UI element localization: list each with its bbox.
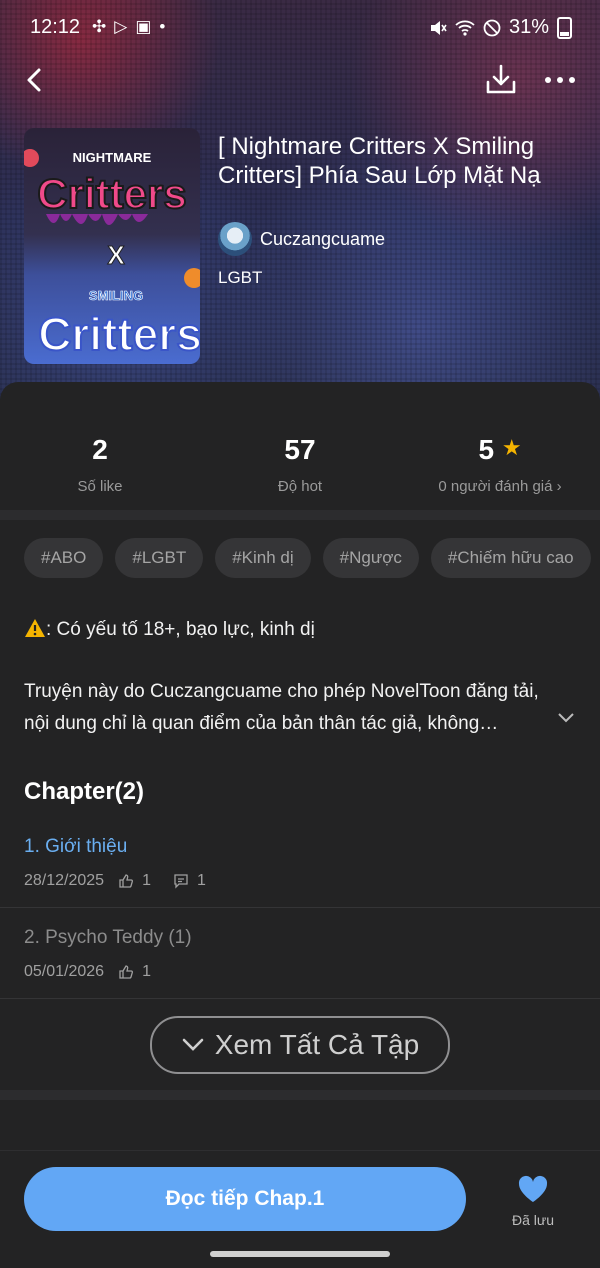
chevron-right-icon: › [556,478,562,495]
stat-rating[interactable]: 5 ★ 0 người đánh giá › [400,434,600,495]
mute-icon [430,20,447,35]
tag-list: #ABO #LGBT #Kinh dị #Ngược #Chiếm hữu ca… [24,538,591,578]
book-title: [ Nightmare Critters X Smiling Critters]… [218,133,541,189]
stat-likes: 2 Số like [0,434,200,495]
star-icon: ★ [501,435,522,460]
chapter-comments: 1 [196,872,206,889]
dot-icon: • [159,17,166,36]
chapter-date: 05/01/2026 [24,963,105,980]
likes-value: 2 [92,434,108,465]
content-warning: : Có yếu tố 18+, bạo lực, kinh dị [24,618,315,641]
wifi-icon [455,20,475,36]
chapter-likes: 1 [142,963,151,980]
notification-icons: ✣ ▷ ▣ • [92,17,165,37]
tag-chip[interactable]: #Chiếm hữu cao [430,538,591,578]
thumbs-up-icon [119,965,134,979]
rating-value: 5 [478,434,495,465]
section-divider [0,510,600,520]
download-button[interactable] [484,62,518,98]
warning-text: : Có yếu tố 18+, bạo lực, kinh dị [46,619,315,640]
genre-label[interactable]: LGBT [218,268,262,288]
chapter-heading: Chapter(2) [24,778,145,805]
cover-x-text: X [107,240,125,270]
hot-label: Độ hot [277,478,323,495]
battery-icon [557,16,572,39]
stat-hot: 57 Độ hot [200,434,400,495]
chapter-meta: 28/12/2025 1 1 [24,872,206,890]
cover-top-text: NIGHTMARE [73,150,152,165]
chapter-item[interactable]: 1. Giới thiệu 28/12/2025 1 1 [0,822,600,906]
chevron-down-icon[interactable] [557,712,575,724]
chapter-likes: 1 [142,872,151,889]
tag-chip[interactable]: #Ngược [322,538,419,578]
cover-top-word: Critters [37,170,186,217]
status-time: 12:12 [30,16,81,38]
rating-label-row: 0 người đánh giá › [400,478,600,495]
comment-icon [174,874,188,889]
author-link[interactable]: Cuczangcuame [218,222,385,256]
chapter-date: 28/12/2025 [24,872,105,889]
top-navigation [0,60,600,100]
see-all-label: Xem Tất Cả Tập [214,1029,420,1060]
likes-label: Số like [77,478,123,495]
chapter-title: 1. Giới thiệu [24,836,128,857]
gallery-icon: ▣ [135,17,152,36]
stats-row: 2 Số like 57 Độ hot 5 ★ 0 người đánh giá… [0,382,600,510]
rating-row: 5 ★ [400,434,600,466]
pinwheel-icon: ✣ [92,17,107,36]
author-avatar [218,222,252,256]
more-options-button[interactable] [540,60,580,100]
thumbs-up-icon [119,874,134,888]
heart-icon [518,1175,548,1202]
save-button[interactable]: Đã lưu [504,1175,562,1228]
description[interactable]: Truyện này do Cuczangcuame cho phép Nove… [24,676,544,740]
continue-reading-button[interactable]: Đọc tiếp Chap.1 [24,1167,466,1231]
do-not-disturb-icon [483,19,501,36]
cover-bottom-word: Critters [38,308,200,360]
tag-chip[interactable]: #Kinh dị [215,538,311,578]
rating-label: 0 người đánh giá [438,478,553,495]
chapter-title: 2. Psycho Teddy (1) [24,927,192,948]
tag-chip[interactable]: #LGBT [115,538,204,578]
tag-chip[interactable]: #ABO [24,538,104,578]
chevron-down-icon [182,1038,204,1051]
detail-card: 2 Số like 57 Độ hot 5 ★ 0 người đánh giá… [0,382,600,1267]
status-bar: 12:12 ✣ ▷ ▣ • 31% [0,0,600,56]
chapter-divider [0,907,600,908]
battery-level: 31% [508,16,549,38]
section-divider [0,1090,600,1100]
warning-icon [25,619,45,637]
hot-value: 57 [284,434,316,465]
chapter-meta: 05/01/2026 1 [24,963,151,981]
see-all-chapters-button[interactable]: Xem Tất Cả Tập [150,1016,450,1074]
author-name: Cuczangcuame [260,228,386,249]
saved-label: Đã lưu [511,1212,555,1228]
cover-art: NIGHTMARE Critters X SMILING Critters [24,149,200,361]
chapter-item[interactable]: 2. Psycho Teddy (1) 05/01/2026 1 [0,913,600,997]
back-button[interactable] [20,60,50,100]
system-icons: 31% [429,16,572,39]
chapter-divider [0,998,600,999]
home-indicator[interactable] [210,1251,390,1257]
book-cover[interactable]: NIGHTMARE Critters X SMILING Critters [24,128,200,364]
cover-bottom-text: SMILING [89,288,143,303]
play-store-icon: ▷ [114,17,128,36]
